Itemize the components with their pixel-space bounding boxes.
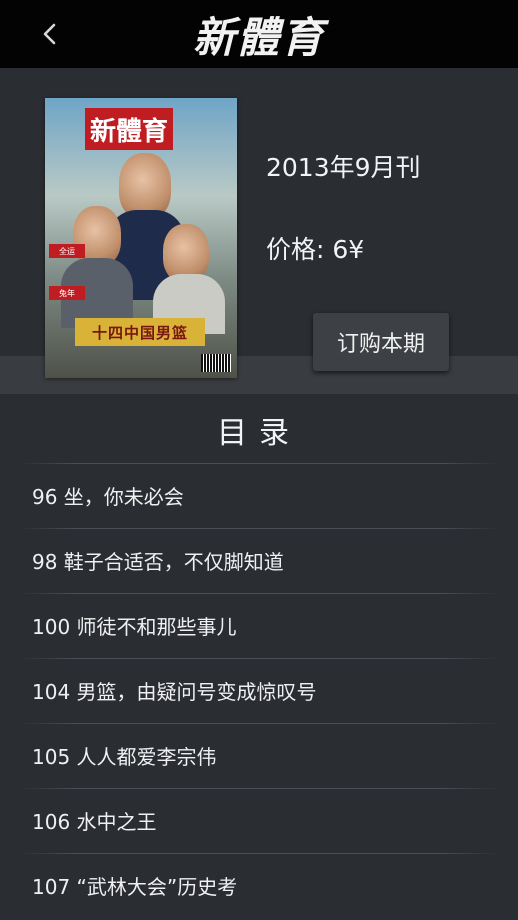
chevron-left-icon [43,23,56,45]
divider [18,463,500,464]
toc-item-label: 107 “武林大会”历史考 [32,875,238,899]
issue-price: 价格: 6¥ [266,235,365,264]
toc-list: 96 坐，你未必会 98 鞋子合适否，不仅脚知道 100 师徒不和那些事儿 10… [0,463,518,918]
toc-item-label: 96 坐，你未必会 [32,485,184,509]
toc-item[interactable]: 107 “武林大会”历史考 [0,853,518,918]
toc-item-label: 105 人人都爱李宗伟 [32,745,217,769]
toc-item-label: 98 鞋子合适否，不仅脚知道 [32,550,284,574]
cover-side-label: 兔年 [49,286,85,300]
issue-title: 2013年9月刊 [266,153,421,182]
issue-header: 新體育 全运 兔年 十四中国男篮 2013年9月刊 价格: 6¥ 订购本期 [0,68,518,398]
toc-item[interactable]: 98 鞋子合适否，不仅脚知道 [0,528,518,593]
cover-barcode [201,354,231,372]
toc-item-label: 104 男篮，由疑问号变成惊叹号 [32,680,317,704]
order-issue-button[interactable]: 订购本期 [313,313,449,371]
toc-item-label: 106 水中之王 [32,810,157,834]
toc-heading: 目录 [217,416,301,451]
app-logo: 新體育 [192,12,325,62]
magazine-cover[interactable]: 新體育 全运 兔年 十四中国男篮 [45,98,237,378]
toc-item[interactable]: 105 人人都爱李宗伟 [0,723,518,788]
divider [18,723,500,724]
top-navbar: 新體育 [0,0,518,68]
cover-headline: 十四中国男篮 [75,318,205,346]
divider [18,853,500,854]
divider [18,658,500,659]
toc-item[interactable]: 96 坐，你未必会 [0,463,518,528]
back-button[interactable] [34,18,66,50]
cover-masthead: 新體育 [85,108,173,150]
toc-item[interactable]: 100 师徒不和那些事儿 [0,593,518,658]
cover-side-label: 全运 [49,244,85,258]
divider [18,593,500,594]
toc-item[interactable]: 104 男篮，由疑问号变成惊叹号 [0,658,518,723]
divider [18,528,500,529]
toc-item[interactable]: 106 水中之王 [0,788,518,853]
divider [18,788,500,789]
toc-item-label: 100 师徒不和那些事儿 [32,615,237,639]
